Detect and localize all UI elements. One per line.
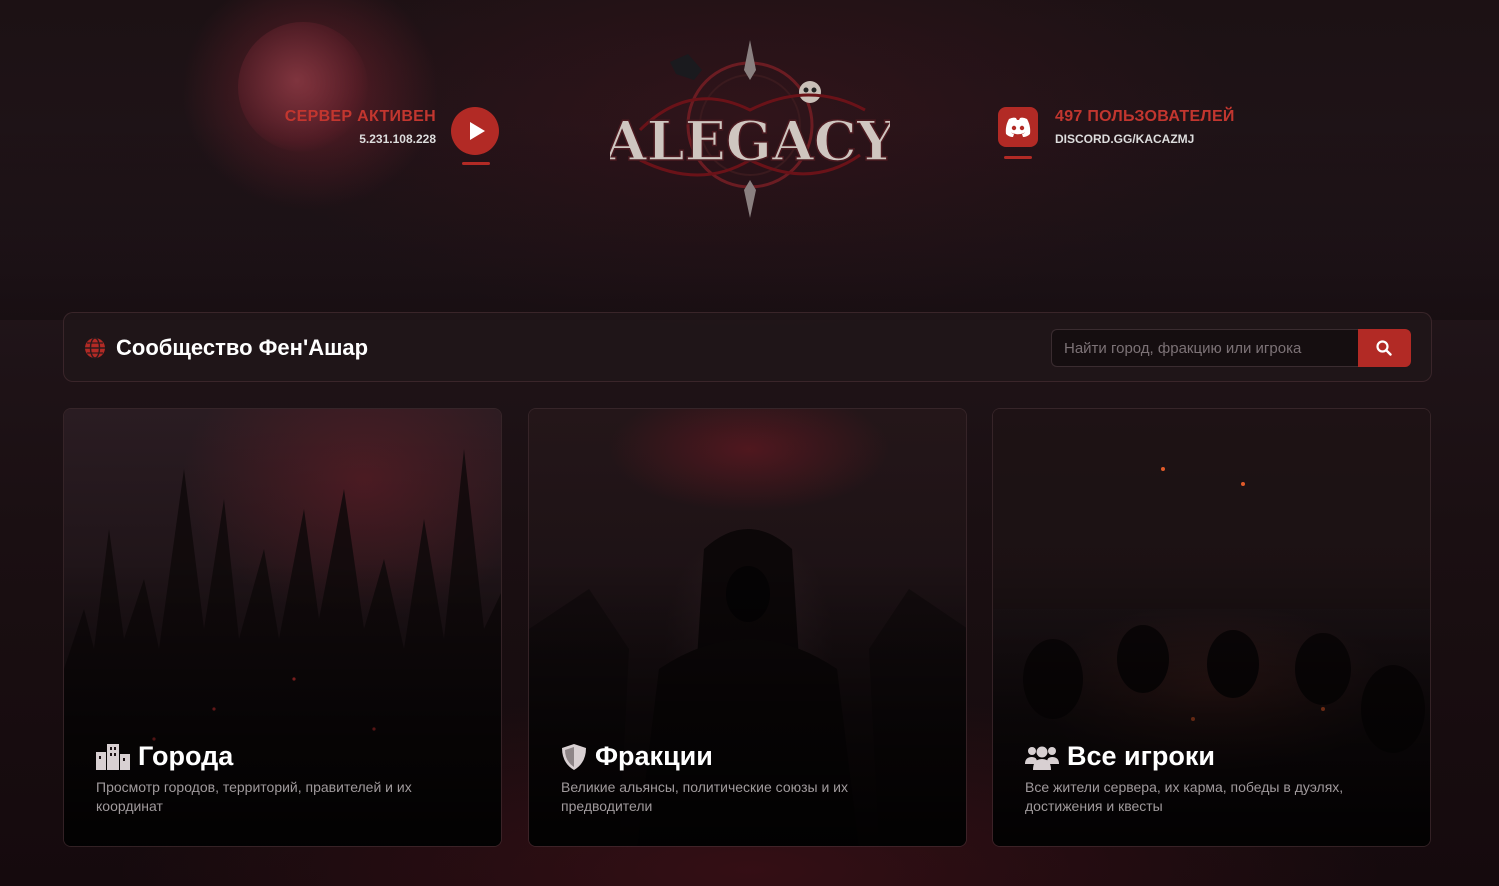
- card-players[interactable]: Все игроки Все жители сервера, их карма,…: [992, 408, 1431, 847]
- card-title: Все игроки: [1025, 741, 1215, 772]
- card-description: Все жители сервера, их карма, победы в д…: [1025, 779, 1344, 814]
- server-info: СЕРВЕР АКТИВЕН 5.231.108.228: [260, 108, 436, 146]
- card-title-text: Все игроки: [1067, 741, 1215, 771]
- server-status: СЕРВЕР АКТИВЕН: [284, 108, 436, 125]
- search-box: [1051, 329, 1411, 367]
- card-title: Фракции: [561, 741, 713, 772]
- card-factions[interactable]: Фракции Великие альянсы, политические со…: [528, 408, 967, 847]
- server-ip[interactable]: 5.231.108.228: [260, 132, 436, 146]
- play-icon: [470, 122, 485, 140]
- card-title-text: Фракции: [595, 741, 713, 771]
- discord-underline: [1004, 156, 1032, 159]
- search-input[interactable]: [1051, 329, 1358, 367]
- play-button[interactable]: [451, 107, 499, 155]
- card-cities[interactable]: Города Просмотр городов, территорий, пра…: [63, 408, 502, 847]
- search-icon: [1376, 340, 1392, 356]
- card-description: Великие альянсы, политические союзы и их…: [561, 779, 848, 814]
- logo-text: ALEGACY: [610, 109, 890, 173]
- search-button[interactable]: [1358, 329, 1411, 367]
- community-bar: Сообщество Фен'Ашар: [63, 312, 1432, 382]
- globe-icon: [84, 337, 106, 364]
- discord-button[interactable]: [998, 107, 1038, 147]
- discord-users-count: 497 ПОЛЬЗОВАТЕЛЕЙ: [1055, 108, 1235, 125]
- shield-icon: [561, 743, 587, 771]
- city-icon: [96, 743, 130, 770]
- alegacy-logo[interactable]: ALEGACY: [603, 40, 897, 220]
- discord-icon: [1005, 117, 1031, 137]
- discord-link[interactable]: DISCORD.GG/KACAZMJ: [1055, 132, 1235, 146]
- card-description: Просмотр городов, территорий, правителей…: [96, 779, 412, 814]
- play-underline: [462, 162, 490, 165]
- card-title: Города: [96, 741, 233, 772]
- card-title-text: Города: [138, 741, 234, 771]
- community-title: Сообщество Фен'Ашар: [116, 335, 369, 360]
- users-icon: [1025, 744, 1059, 770]
- discord-info: 497 ПОЛЬЗОВАТЕЛЕЙ DISCORD.GG/KACAZMJ: [1055, 108, 1235, 146]
